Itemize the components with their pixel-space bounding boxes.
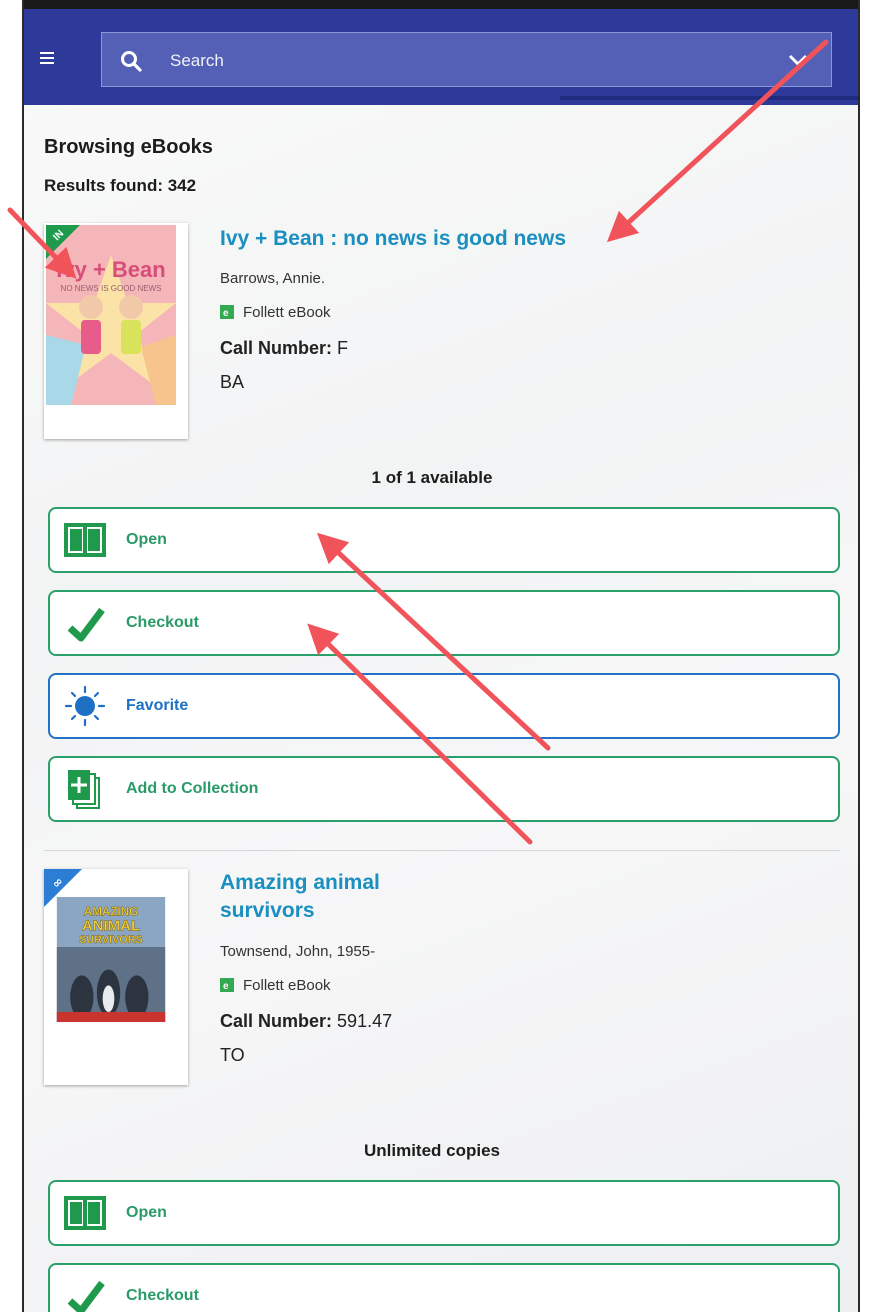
call-number-value: F bbox=[337, 338, 349, 358]
hamburger-menu-icon[interactable] bbox=[40, 52, 54, 67]
book-author: Townsend, John, 1955- bbox=[220, 943, 376, 960]
call-number: Call Number: 591.47 TO bbox=[220, 1004, 392, 1072]
availability-text: Unlimited copies bbox=[363, 1141, 501, 1160]
cover-title-text: AMAZING bbox=[84, 905, 138, 918]
sun-icon bbox=[64, 685, 106, 727]
search-input[interactable] bbox=[168, 46, 752, 76]
cover-title-text: Ivy + Bean bbox=[56, 257, 165, 282]
results-count: Results found: 342 bbox=[44, 176, 197, 195]
ebook-format-icon: e bbox=[220, 305, 234, 319]
call-number-line2: BA bbox=[220, 372, 245, 392]
favorite-button[interactable]: Favorite bbox=[48, 673, 840, 739]
book-cover[interactable]: Ivy + Bean NO NEWS IS GOOD NEWS IN bbox=[44, 223, 188, 439]
checkout-button[interactable]: Checkout bbox=[48, 590, 840, 656]
open-button[interactable]: Open bbox=[48, 1180, 840, 1246]
unlimited-badge: ∞ bbox=[44, 869, 82, 907]
book-format-label: Follett eBook bbox=[243, 304, 331, 321]
book-author: Barrows, Annie. bbox=[220, 270, 326, 287]
add-to-collection-button[interactable]: Add to Collection bbox=[48, 756, 840, 822]
book-cover[interactable]: AMAZING ANIMAL SURVIVORS ∞ bbox=[44, 869, 188, 1085]
open-book-icon bbox=[64, 523, 106, 557]
checkout-button[interactable]: Checkout bbox=[48, 1263, 840, 1312]
app-header bbox=[24, 9, 858, 105]
add-to-collection-label: Add to Collection bbox=[126, 780, 259, 797]
cover-subtitle-text: NO NEWS IS GOOD NEWS bbox=[61, 284, 162, 293]
checkmark-icon bbox=[67, 607, 105, 642]
chevron-down-icon[interactable] bbox=[788, 53, 808, 67]
ebook-format-icon: e bbox=[220, 978, 234, 992]
book-format: e Follett eBook bbox=[220, 304, 331, 321]
checkout-button-label: Checkout bbox=[126, 614, 199, 631]
device-screen: Browsing eBooks Results found: 342 Ivy +… bbox=[22, 0, 860, 1312]
call-number: Call Number: F BA bbox=[220, 331, 348, 399]
open-button-label: Open bbox=[126, 1204, 167, 1221]
cover-title-text: ANIMAL bbox=[82, 917, 140, 934]
result-divider bbox=[44, 850, 840, 851]
availability-text: 1 of 1 available bbox=[371, 468, 493, 487]
svg-text:e: e bbox=[223, 308, 229, 319]
book-title-line2: survivors bbox=[220, 899, 315, 922]
call-number-value: 591.47 bbox=[337, 1011, 393, 1031]
status-bar bbox=[24, 0, 858, 9]
checkout-button-label: Checkout bbox=[126, 1287, 199, 1304]
book-cover-art: Ivy + Bean NO NEWS IS GOOD NEWS IN bbox=[46, 225, 176, 405]
book-title-link[interactable]: Amazing animal survivors bbox=[220, 869, 380, 925]
book-cover-art: AMAZING ANIMAL SURVIVORS bbox=[56, 897, 166, 1022]
open-button[interactable]: Open bbox=[48, 507, 840, 573]
book-title-line1: Amazing animal bbox=[220, 871, 380, 894]
search-icon bbox=[121, 51, 142, 72]
svg-text:e: e bbox=[223, 981, 229, 992]
book-title-link[interactable]: Ivy + Bean : no news is good news bbox=[220, 225, 566, 253]
call-number-line2: TO bbox=[220, 1045, 245, 1065]
favorite-button-label: Favorite bbox=[126, 697, 189, 714]
open-book-icon bbox=[64, 1196, 106, 1230]
book-format: e Follett eBook bbox=[220, 977, 331, 994]
add-collection-icon bbox=[68, 770, 100, 809]
book-format-label: Follett eBook bbox=[243, 977, 331, 994]
header-edge bbox=[560, 96, 858, 100]
checkmark-icon bbox=[67, 1280, 105, 1312]
page-title: Browsing eBooks bbox=[44, 136, 213, 158]
open-button-label: Open bbox=[126, 531, 167, 548]
cover-title-text: SURVIVORS bbox=[79, 934, 143, 946]
call-number-label: Call Number: bbox=[220, 1011, 333, 1031]
search-bar[interactable] bbox=[101, 32, 832, 87]
call-number-label: Call Number: bbox=[220, 338, 333, 358]
